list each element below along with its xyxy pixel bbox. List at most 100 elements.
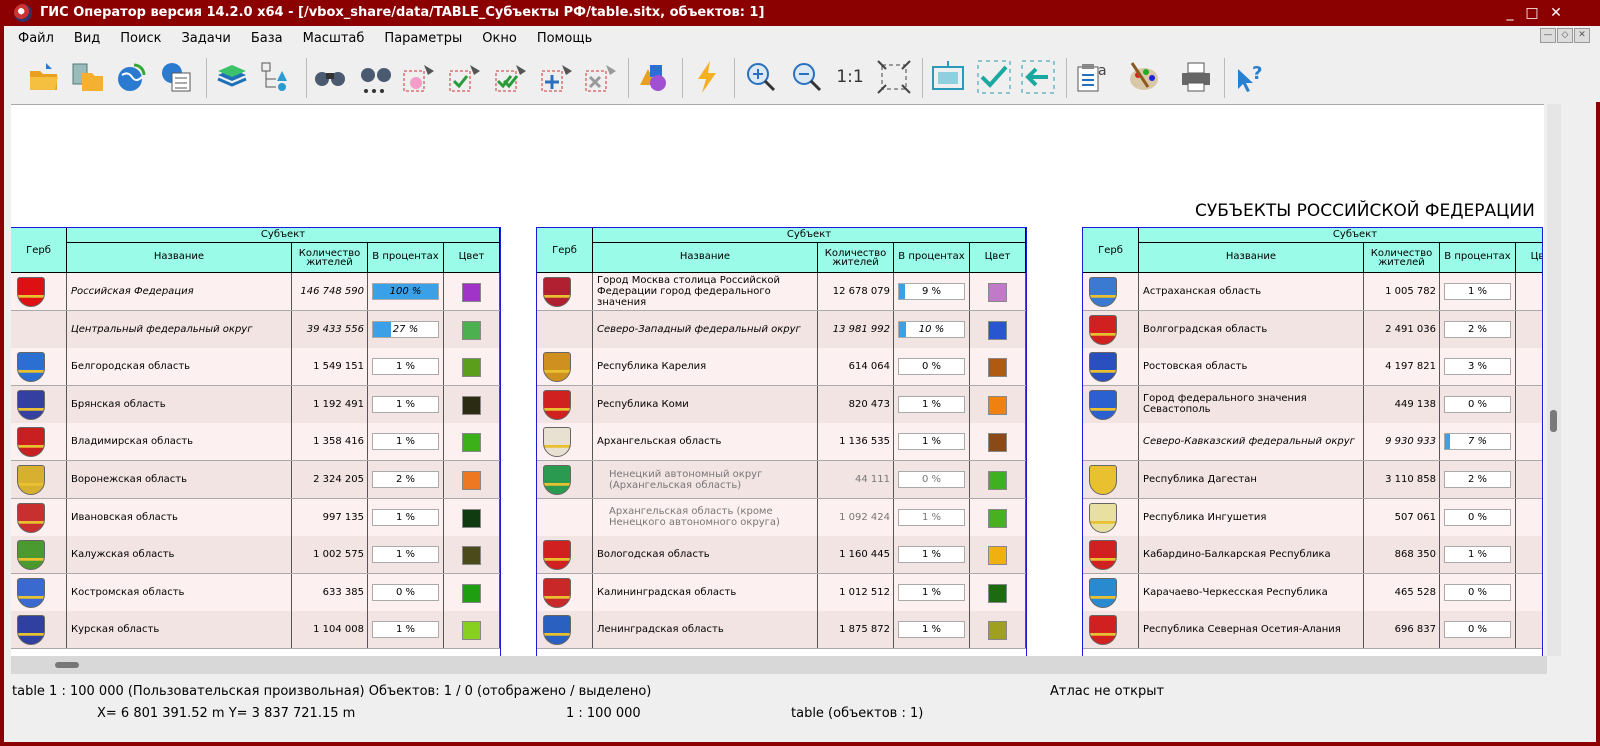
table-row[interactable]: Астраханская область 1 005 782 1 %	[1083, 273, 1542, 311]
menu-tasks[interactable]: Задачи	[171, 26, 240, 52]
add-map-list-icon[interactable]	[158, 59, 194, 95]
herb-cell	[1083, 310, 1139, 348]
help-pointer-icon[interactable]: ?	[1232, 59, 1268, 95]
table-row[interactable]: Архангельская область (кроме Ненецкого а…	[537, 498, 1026, 537]
herb-cell	[11, 611, 67, 649]
table-row[interactable]: Республика Ингушетия 507 061 0 %	[1083, 498, 1542, 537]
menu-file[interactable]: Файл	[8, 26, 64, 52]
table-row[interactable]: Владимирская область 1 358 416 1 %	[11, 423, 500, 462]
open-recent-icon[interactable]	[70, 59, 106, 95]
table-row[interactable]: Республика Карелия 614 064 0 %	[537, 348, 1026, 387]
zoom-in-icon[interactable]	[742, 59, 778, 95]
binoculars-search-icon[interactable]	[312, 59, 348, 95]
color-cell	[444, 273, 500, 310]
select-add-icon[interactable]	[540, 59, 576, 95]
percent-bar: 1 %	[372, 621, 439, 639]
table-row[interactable]: Костромская область 633 385 0 %	[11, 573, 500, 612]
table-row[interactable]: Белгородская область 1 549 151 1 %	[11, 348, 500, 387]
table-row[interactable]: Республика Дагестан 3 110 858 2 %	[1083, 461, 1542, 499]
coat-of-arms-icon	[17, 615, 45, 646]
menu-help[interactable]: Помощь	[527, 26, 602, 52]
select-remove-icon[interactable]	[584, 59, 620, 95]
table-row[interactable]: Брянская область 1 192 491 1 %	[11, 385, 500, 424]
table-row[interactable]: Республика Коми 820 473 1 %	[537, 385, 1026, 424]
color-swatch	[462, 283, 481, 302]
open-folder-icon[interactable]	[26, 59, 62, 95]
map-canvas[interactable]: СУБЪЕКТЫ РОССИЙСКОЙ ФЕДЕРАЦИИ Герб Субъек…	[11, 104, 1544, 657]
population-value: 1 005 782	[1364, 273, 1440, 310]
table-row[interactable]: Ленинградская область 1 875 872 1 %	[537, 611, 1026, 650]
zoom-out-icon[interactable]	[788, 59, 824, 95]
mdi-minimize-icon[interactable]: —	[1540, 28, 1556, 43]
horizontal-scrollbar[interactable]	[11, 656, 1547, 674]
mdi-close-icon[interactable]: ✕	[1574, 28, 1590, 43]
color-cell	[444, 310, 500, 348]
menu-database[interactable]: База	[241, 26, 293, 52]
menu-parameters[interactable]: Параметры	[374, 26, 472, 52]
table-row[interactable]: Курская область 1 104 008 1 %	[11, 611, 500, 650]
layer-tree-icon[interactable]	[260, 59, 296, 95]
table-row[interactable]: Кабардино-Балкарская Республика 868 350 1 …	[1083, 536, 1542, 575]
table-row[interactable]: Калужская область 1 002 575 1 %	[11, 536, 500, 575]
coat-of-arms-icon	[17, 427, 45, 458]
table-row[interactable]: Калининградская область 1 012 512 1 %	[537, 573, 1026, 612]
percent-cell: 2 %	[1440, 461, 1516, 498]
table-row[interactable]: Вологодская область 1 160 445 1 %	[537, 536, 1026, 575]
vertical-scroll-thumb[interactable]	[1550, 410, 1557, 432]
mdi-restore-icon[interactable]: ◇	[1557, 28, 1573, 43]
table-row[interactable]: Республика Северная Осетия-Алания 696 837…	[1083, 611, 1542, 650]
palette-brush-icon[interactable]	[1126, 59, 1162, 95]
zoom-extent-icon[interactable]	[876, 59, 912, 95]
select-multi-icon[interactable]	[494, 59, 530, 95]
table-row[interactable]: Ростовская область 4 197 821 3 %	[1083, 348, 1542, 387]
open-map-globe-icon[interactable]	[114, 59, 150, 95]
table-row[interactable]: Волгоградская область 2 491 036 2 %	[1083, 310, 1542, 349]
color-swatch	[462, 358, 481, 378]
table-row[interactable]: Воронежская область 2 324 205 2 %	[11, 461, 500, 499]
printer-icon[interactable]	[1178, 59, 1214, 95]
window-title: ГИС Оператор версия 14.2.0 x64 - [/vbox_…	[40, 5, 765, 20]
window-frame-icon[interactable]	[930, 59, 966, 95]
select-area-icon[interactable]	[402, 59, 438, 95]
legend-text-icon[interactable]: a	[1074, 59, 1110, 95]
table-row[interactable]: Российская Федерация 146 748 590 100 %	[11, 273, 500, 311]
population-value: 3 110 858	[1364, 461, 1440, 498]
close-icon[interactable]: ✕	[1546, 3, 1566, 23]
table-row[interactable]: Центральный федеральный округ 39 433 556 2…	[11, 310, 500, 349]
percent-label: 0 %	[1467, 511, 1488, 523]
color-cell	[970, 310, 1026, 348]
menu-window[interactable]: Окно	[472, 26, 527, 52]
vertical-scrollbar[interactable]	[1547, 104, 1561, 656]
table-row[interactable]: Архангельская область 1 136 535 1 %	[537, 423, 1026, 462]
coat-of-arms-icon	[17, 540, 45, 571]
menu-search[interactable]: Поиск	[110, 26, 171, 52]
select-check-icon[interactable]	[448, 59, 484, 95]
population-value: 146 748 590	[292, 273, 368, 310]
lightning-icon[interactable]	[690, 59, 726, 95]
table-row[interactable]: Ненецкий автономный округ (Архангельская…	[537, 461, 1026, 499]
menu-view[interactable]: Вид	[64, 26, 110, 52]
apply-check-icon[interactable]	[976, 59, 1012, 95]
table-row[interactable]: Город федерального значения Севастополь 4…	[1083, 385, 1542, 424]
table-row[interactable]: Город Москва столица Российской Федераци…	[537, 273, 1026, 311]
coat-of-arms-icon	[1089, 502, 1117, 533]
percent-cell: 9 %	[894, 273, 970, 310]
maximize-icon[interactable]: □	[1522, 3, 1542, 23]
table-row[interactable]: Карачаево-Черкесская Республика 465 528 0 …	[1083, 573, 1542, 612]
percent-cell: 0 %	[1440, 573, 1516, 611]
table-row[interactable]: Ивановская область 997 135 1 %	[11, 498, 500, 537]
menu-scale[interactable]: Масштаб	[293, 26, 375, 52]
back-arrow-icon[interactable]	[1020, 59, 1056, 95]
table-row[interactable]: Северо-Кавказский федеральный округ 9 930…	[1083, 423, 1542, 462]
minimize-icon[interactable]: _	[1500, 3, 1520, 23]
subject-name: Республика Северная Осетия-Алания	[1139, 611, 1364, 649]
status-scale: 1 : 100 000	[566, 706, 641, 721]
binoculars-advanced-search-icon[interactable]	[358, 59, 394, 95]
color-cell	[444, 611, 500, 649]
percent-bar: 1 %	[898, 433, 965, 451]
zoom-1-1-button[interactable]: 1:1	[832, 59, 868, 95]
horizontal-scroll-thumb[interactable]	[55, 662, 79, 668]
layers-icon[interactable]	[214, 59, 250, 95]
table-row[interactable]: Северо-Западный федеральный округ 13 981 …	[537, 310, 1026, 349]
style-shapes-icon[interactable]	[636, 59, 672, 95]
